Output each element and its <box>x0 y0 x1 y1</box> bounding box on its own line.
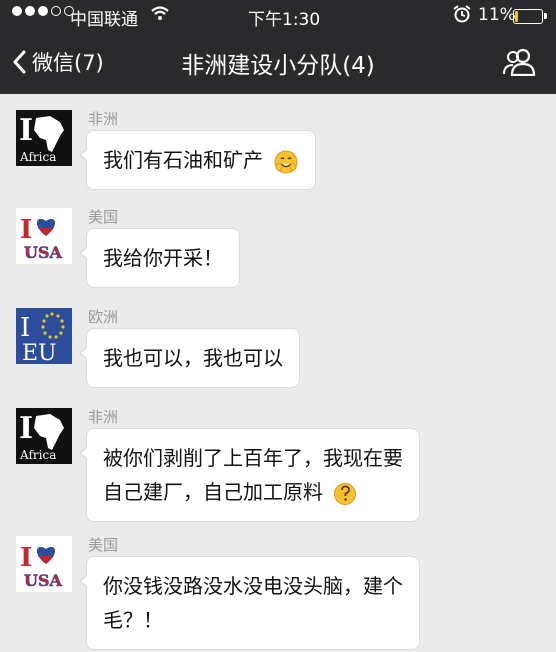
avatar[interactable]: I Africa <box>16 408 72 464</box>
avatar[interactable]: I EU <box>16 308 72 364</box>
message-text: 我们有石油和矿产 <box>103 148 263 172</box>
message-bubble[interactable]: 你没钱没路没水没电没头脑，建个 毛？！ <box>79 556 420 650</box>
message-text-line: 毛？！ <box>103 608 163 632</box>
svg-text:Africa: Africa <box>19 448 56 462</box>
chat-title: 非洲建设小分队(4) <box>181 53 375 79</box>
eu-stars-icon: I EU <box>20 312 65 364</box>
svg-text:I: I <box>19 411 33 446</box>
battery-percent: 11% <box>478 5 516 25</box>
message-text-line: 被你们剥削了上百年了，我现在要 <box>103 446 403 470</box>
africa-map-icon: I Africa <box>19 113 64 164</box>
svg-text:I: I <box>20 543 32 573</box>
sender-name: 美国 <box>88 536 119 554</box>
top-bar: 中国联通 下午1:30 11% 微信(7) 非洲建设小分队(4) <box>0 0 556 94</box>
svg-text:USA: USA <box>24 571 63 590</box>
message-text-line: 自己建厂，自己加工原料 <box>103 480 323 504</box>
signal-dots-icon <box>12 6 74 16</box>
message-bubble[interactable]: 我们有石油和矿产 <box>78 130 317 190</box>
svg-text:Africa: Africa <box>19 150 56 164</box>
svg-text:USA: USA <box>24 243 63 262</box>
avatar[interactable]: I Africa <box>16 110 72 166</box>
usa-flag-heart-icon: I USA <box>20 543 63 590</box>
group-members-icon[interactable] <box>502 48 538 80</box>
chat-area[interactable]: I Africa 非洲 我们有石油和矿产 I USA 美国 我给你开采！ I E… <box>0 94 556 652</box>
status-time: 下午1:30 <box>248 10 321 30</box>
message-text: 我也可以，我也可以 <box>103 346 283 370</box>
smiling-emoji-icon <box>274 150 298 173</box>
message-bubble[interactable]: 被你们剥削了上百年了，我现在要 自己建厂，自己加工原料 <box>79 428 420 522</box>
message-bubble[interactable]: 我给你开采！ <box>79 228 240 288</box>
sender-name: 非洲 <box>88 408 119 426</box>
message-text-line: 你没钱没路没水没电没头脑，建个 <box>103 574 403 598</box>
avatar[interactable]: I USA <box>16 208 72 264</box>
wifi-icon <box>150 5 170 26</box>
africa-map-icon: I Africa <box>19 411 64 462</box>
sender-name: 非洲 <box>88 110 119 128</box>
nav-bar: 微信(7) 非洲建设小分队(4) <box>0 30 556 94</box>
sender-name: 美国 <box>88 208 119 226</box>
svg-text:EU: EU <box>22 341 57 364</box>
battery-icon <box>513 9 547 24</box>
usa-flag-heart-icon: I USA <box>20 215 63 262</box>
status-bar: 中国联通 下午1:30 11% <box>0 0 556 30</box>
message-bubble[interactable]: 我也可以，我也可以 <box>79 328 300 388</box>
carrier-name: 中国联通 <box>70 10 138 30</box>
svg-text:I: I <box>20 313 30 343</box>
confused-emoji-icon <box>334 482 357 505</box>
message-text: 我给你开采！ <box>103 246 223 270</box>
svg-text:I: I <box>20 215 32 245</box>
sender-name: 欧洲 <box>88 308 119 326</box>
avatar[interactable]: I USA <box>16 536 72 592</box>
svg-text:I: I <box>19 113 33 148</box>
alarm-icon <box>452 5 472 28</box>
